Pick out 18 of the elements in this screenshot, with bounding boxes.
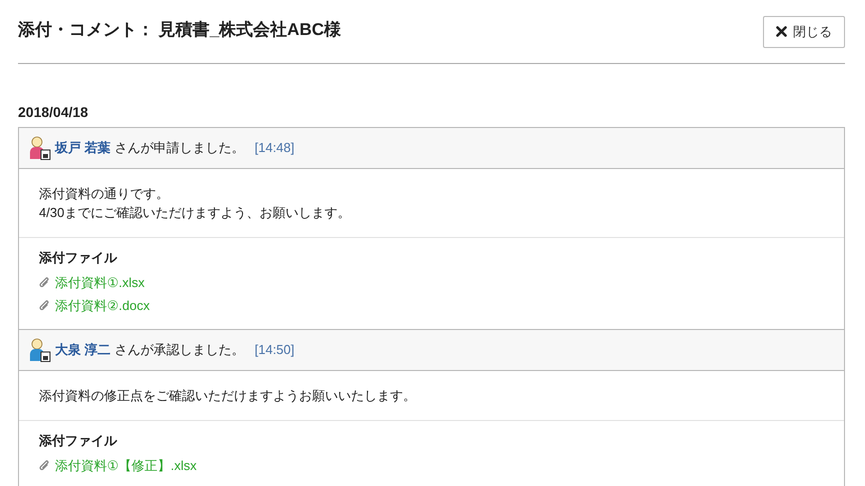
paperclip-icon: [39, 300, 50, 312]
message-line: 添付資料の通りです。: [39, 184, 170, 202]
action-text: さんが承認しました。: [114, 341, 245, 360]
action-text: さんが申請しました。: [114, 138, 245, 157]
attachments-heading: 添付ファイル: [39, 248, 118, 266]
message-line: 4/30までにご確認いただけますよう、お願いします。: [39, 204, 352, 222]
close-icon: [776, 26, 787, 38]
close-button[interactable]: 閉じる: [763, 16, 845, 48]
date-heading: 2018/04/18: [18, 102, 90, 122]
paperclip-icon: [39, 460, 50, 472]
user-name-link[interactable]: 坂戸 若葉: [55, 138, 111, 158]
message-line: 添付資料の修正点をご確認いただけますようお願いいたします。: [39, 387, 417, 405]
paperclip-icon: [39, 276, 50, 288]
user-name-link[interactable]: 大泉 淳二: [55, 340, 111, 360]
time-label: [14:48]: [254, 138, 294, 157]
attachments-heading: 添付ファイル: [39, 432, 118, 450]
time-label: [14:50]: [254, 341, 294, 360]
page-title: 添付・コメント： 見積書_株式会社ABC様: [18, 19, 342, 40]
